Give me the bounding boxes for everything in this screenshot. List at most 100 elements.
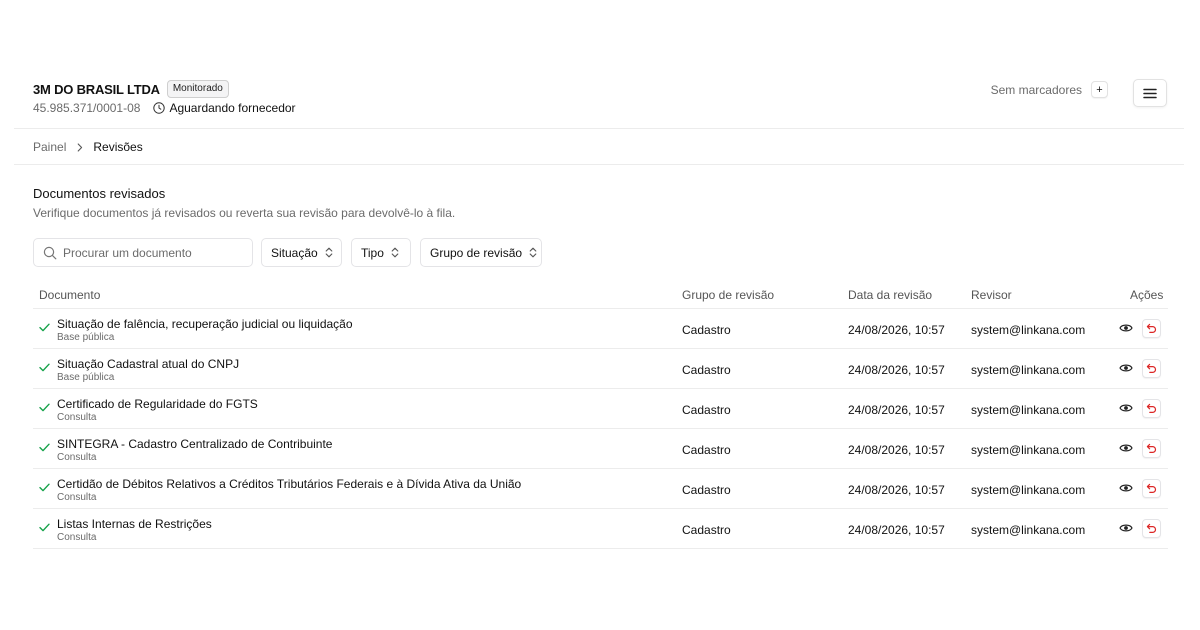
review-date: 24/08/2026, 10:57 [848,523,945,537]
document-source: Consulta [57,412,97,423]
undo-icon [1146,523,1157,533]
header-acoes: Ações [1130,288,1164,302]
check-icon [39,403,50,412]
document-source: Consulta [57,452,97,463]
markers-label: Sem marcadores [990,82,1082,97]
undo-icon [1146,363,1157,373]
check-icon [39,483,50,492]
view-eye-icon[interactable] [1119,362,1133,374]
header-data: Data da revisão [848,288,933,302]
view-eye-icon[interactable] [1119,402,1133,414]
documents-table: Documento Grupo de revisão Data da revis… [33,283,1168,549]
search-box [33,238,253,267]
review-group: Cadastro [682,323,731,337]
chevron-right-icon [77,142,83,152]
section-title: Documentos revisados [33,186,166,201]
document-title[interactable]: Certidão de Débitos Relativos a Créditos… [57,477,521,491]
status-label: Aguardando fornecedor [169,101,296,115]
situacao-filter-button[interactable]: Situação [261,238,342,267]
search-icon [43,246,57,259]
view-eye-icon[interactable] [1119,442,1133,454]
review-date: 24/08/2026, 10:57 [848,443,945,457]
table-row: Situação Cadastral atual do CNPJ Base púb… [33,349,1168,389]
review-date: 24/08/2026, 10:57 [848,483,945,497]
reviewer-email: system@linkana.com [971,443,1086,457]
company-name: 3M DO BRASIL LTDA [33,81,160,97]
tipo-filter-label: Tipo [361,245,384,260]
table-row: SINTEGRA - Cadastro Centralizado de Cont… [33,429,1168,469]
check-icon [39,443,50,452]
document-title[interactable]: Listas Internas de Restrições [57,517,212,531]
header-grupo: Grupo de revisão [682,288,775,302]
header-divider [14,128,1184,129]
breadcrumb-root-link[interactable]: Painel [33,140,66,154]
review-group: Cadastro [682,403,731,417]
review-date: 24/08/2026, 10:57 [848,403,945,417]
reviewer-email: system@linkana.com [971,363,1086,377]
table-row: Listas Internas de Restrições Consulta Cad… [33,509,1168,549]
reviewer-email: system@linkana.com [971,323,1086,337]
undo-icon [1146,443,1157,453]
check-icon [39,523,50,532]
breadcrumb-divider [14,164,1184,165]
company-cnpj: 45.985.371/0001-08 [33,101,141,115]
revert-review-button[interactable] [1142,439,1161,458]
document-source: Consulta [57,492,97,503]
table-row: Certificado de Regularidade do FGTS Consu… [33,389,1168,429]
hamburger-icon [1143,88,1157,98]
document-source: Base pública [57,372,115,383]
revert-review-button[interactable] [1142,399,1161,418]
tipo-filter-button[interactable]: Tipo [351,238,411,267]
undo-icon [1146,323,1157,333]
reviewer-email: system@linkana.com [971,523,1086,537]
chevrons-up-down-icon [391,247,399,258]
document-title[interactable]: Situação Cadastral atual do CNPJ [57,357,239,371]
document-title[interactable]: Certificado de Regularidade do FGTS [57,397,258,411]
company-status: Aguardando fornecedor [153,101,296,115]
document-title[interactable]: SINTEGRA - Cadastro Centralizado de Cont… [57,437,332,451]
header-documento: Documento [39,288,101,302]
breadcrumb-current: Revisões [93,140,143,154]
revert-review-button[interactable] [1142,319,1161,338]
chevrons-up-down-icon [529,247,537,258]
clock-icon [153,102,166,114]
document-source: Base pública [57,332,115,343]
monitoring-badge: Monitorado [166,80,229,98]
table-row: Certidão de Débitos Relativos a Créditos… [33,469,1168,509]
search-input[interactable] [63,245,233,260]
view-eye-icon[interactable] [1119,522,1133,534]
reviewer-email: system@linkana.com [971,403,1086,417]
header-revisor: Revisor [971,288,1012,302]
revert-review-button[interactable] [1142,519,1161,538]
undo-icon [1146,403,1157,413]
document-source: Consulta [57,532,97,543]
add-marker-button[interactable]: + [1091,81,1108,98]
review-date: 24/08/2026, 10:57 [848,323,945,337]
company-subline: 45.985.371/0001-08 Aguardando fornecedor [33,101,296,115]
view-eye-icon[interactable] [1119,482,1133,494]
markers-area: Sem marcadores + [991,81,1108,98]
view-eye-icon[interactable] [1119,322,1133,334]
document-title[interactable]: Situação de falência, recuperação judici… [57,317,353,331]
situacao-filter-label: Situação [271,245,318,260]
menu-button[interactable] [1133,79,1167,107]
reviewer-email: system@linkana.com [971,483,1086,497]
check-icon [39,323,50,332]
table-body: Situação de falência, recuperação judici… [33,309,1168,549]
grupo-filter-label: Grupo de revisão [430,245,523,260]
review-group: Cadastro [682,523,731,537]
section-description: Verifique documentos já revisados ou rev… [33,206,456,220]
undo-icon [1146,483,1157,493]
page-header: 3M DO BRASIL LTDA Monitorado 45.985.371/… [0,0,1200,129]
review-group: Cadastro [682,363,731,377]
chevrons-up-down-icon [325,247,333,258]
revert-review-button[interactable] [1142,479,1161,498]
company-header: 3M DO BRASIL LTDA Monitorado [33,80,229,98]
table-header: Documento Grupo de revisão Data da revis… [33,283,1168,309]
breadcrumb: Painel Revisões [33,140,143,154]
review-group: Cadastro [682,483,731,497]
revert-review-button[interactable] [1142,359,1161,378]
review-group: Cadastro [682,443,731,457]
grupo-filter-button[interactable]: Grupo de revisão [420,238,542,267]
table-row: Situação de falência, recuperação judici… [33,309,1168,349]
